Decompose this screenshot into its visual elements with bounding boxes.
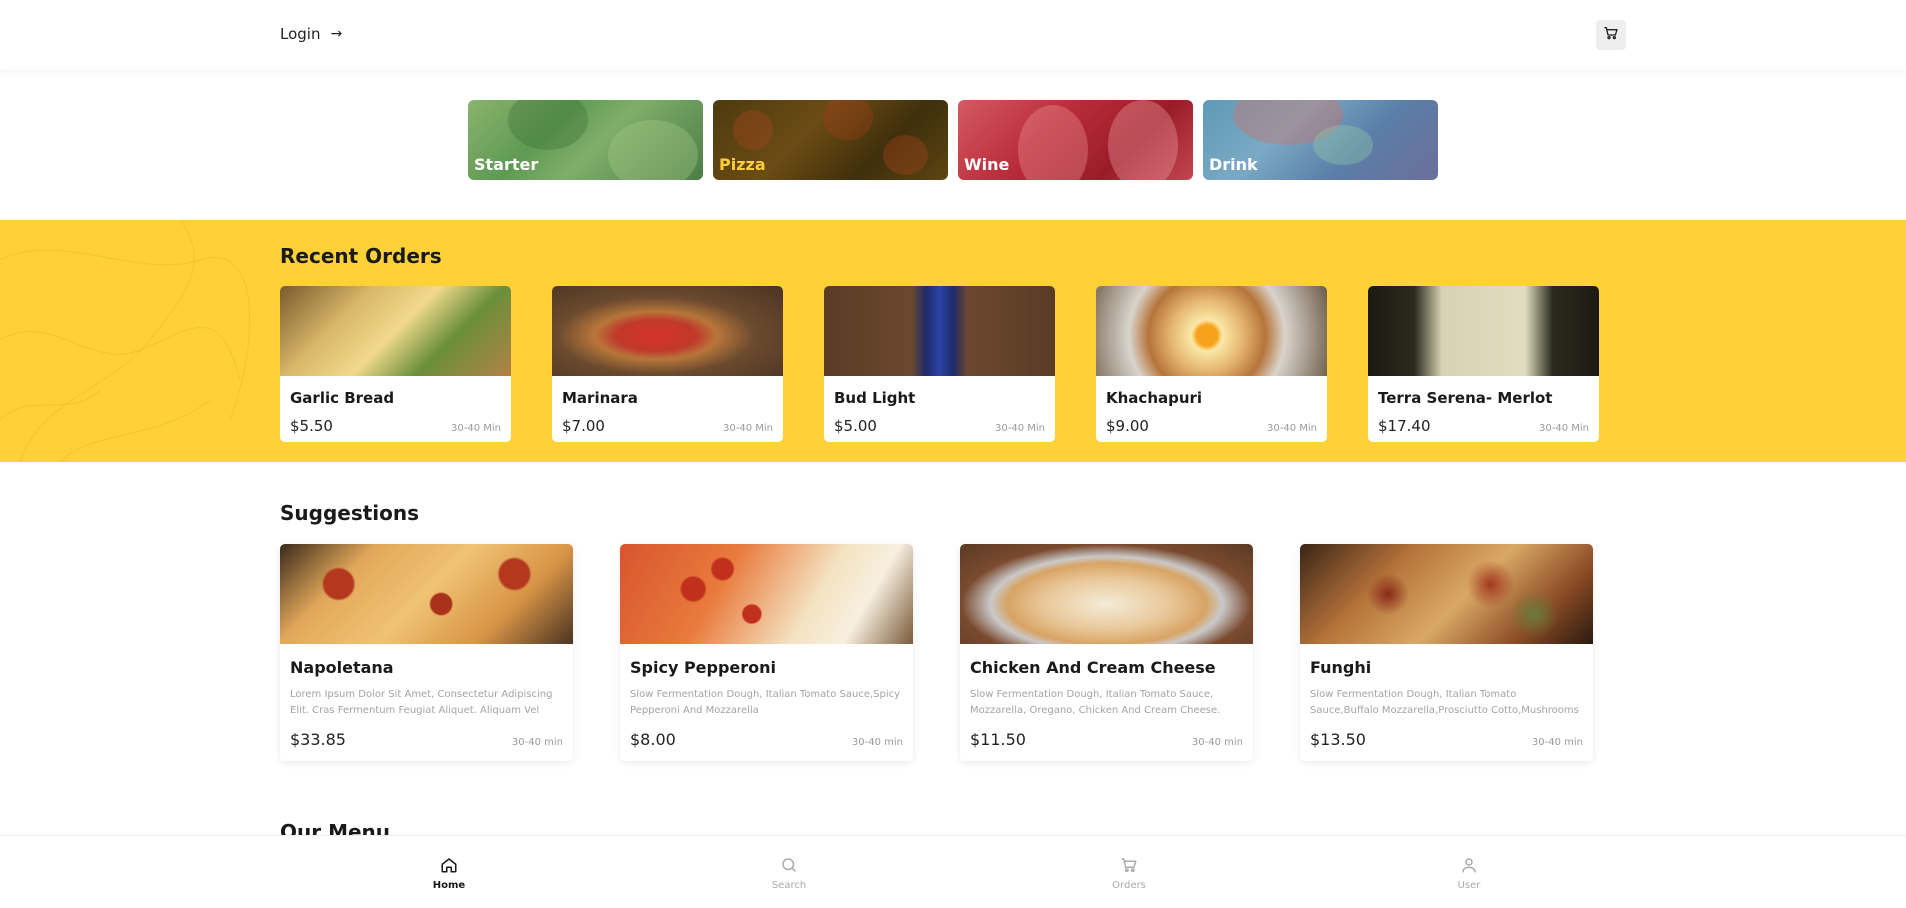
recent-order-card[interactable]: Marinara $7.00 30-40 Min — [552, 286, 783, 442]
suggestion-card[interactable]: Napoletana Lorem Ipsum Dolor Sit Amet, C… — [280, 544, 573, 761]
delivery-time: 30-40 min — [1191, 737, 1243, 748]
cart-icon — [1603, 25, 1619, 45]
item-price: $9.00 — [1106, 417, 1149, 435]
nav-home[interactable]: Home — [409, 856, 489, 891]
item-name: Funghi — [1310, 658, 1372, 677]
item-name: Terra Serena- Merlot — [1378, 389, 1553, 407]
category-pizza[interactable]: Pizza — [713, 100, 948, 180]
food-image — [620, 544, 913, 644]
app-root: Login → Starter Pizza Wine Drink Recent … — [0, 0, 1906, 908]
item-name: Chicken And Cream Cheese — [970, 658, 1216, 677]
bottom-nav: Home Search Orders User — [0, 835, 1906, 908]
item-name: Bud Light — [834, 389, 916, 407]
item-description: Lorem Ipsum Dolor Sit Amet, Consectetur … — [290, 689, 553, 716]
recent-order-card[interactable]: Garlic Bread $5.50 30-40 Min — [280, 286, 511, 442]
food-image — [280, 544, 573, 644]
recent-order-card[interactable]: Terra Serena- Merlot $17.40 30-40 Min — [1368, 286, 1599, 442]
delivery-time: 30-40 min — [511, 737, 563, 748]
item-price: $5.50 — [290, 417, 333, 435]
item-price: $7.00 — [562, 417, 605, 435]
top-header: Login → — [0, 0, 1906, 70]
item-price: $5.00 — [834, 417, 877, 435]
cart-button[interactable] — [1596, 20, 1626, 50]
item-name: Khachapuri — [1106, 389, 1203, 407]
delivery-time: 30-40 Min — [1539, 423, 1589, 434]
item-description: Slow Fermentation Dough, Italian Tomato … — [970, 689, 1221, 716]
arrow-right-icon: → — [330, 26, 343, 42]
search-icon — [780, 856, 798, 878]
recent-order-card[interactable]: Khachapuri $9.00 30-40 Min — [1096, 286, 1327, 442]
login-label: Login — [280, 25, 321, 43]
home-icon — [440, 856, 458, 878]
food-image — [1096, 286, 1327, 376]
category-label: Pizza — [719, 155, 766, 174]
item-price: $8.00 — [630, 730, 676, 749]
item-price: $13.50 — [1310, 730, 1366, 749]
nav-label: Home — [432, 880, 466, 891]
delivery-time: 30-40 min — [851, 737, 903, 748]
food-image — [824, 286, 1055, 376]
delivery-time: 30-40 min — [1531, 737, 1583, 748]
suggestion-card[interactable]: Chicken And Cream Cheese Slow Fermentati… — [960, 544, 1253, 761]
item-price: $11.50 — [970, 730, 1026, 749]
recent-orders-list: Garlic Bread $5.50 30-40 Min Marinara $7… — [280, 286, 1599, 442]
item-price: $33.85 — [290, 730, 346, 749]
category-wine[interactable]: Wine — [958, 100, 1193, 180]
delivery-time: 30-40 Min — [451, 423, 501, 434]
nav-label: Search — [771, 880, 807, 891]
recent-orders-title: Recent Orders — [280, 244, 442, 268]
item-name: Marinara — [562, 389, 638, 407]
nav-user[interactable]: User — [1429, 856, 1509, 891]
cart-icon — [1120, 856, 1138, 878]
nav-label: User — [1457, 880, 1481, 891]
suggestion-card[interactable]: Funghi Slow Fermentation Dough, Italian … — [1300, 544, 1593, 761]
food-image — [552, 286, 783, 376]
food-image — [960, 544, 1253, 644]
category-label: Starter — [474, 155, 539, 174]
category-label: Drink — [1209, 155, 1258, 174]
suggestions-list: Napoletana Lorem Ipsum Dolor Sit Amet, C… — [280, 544, 1593, 761]
nav-search[interactable]: Search — [749, 856, 829, 891]
recent-order-card[interactable]: Bud Light $5.00 30-40 Min — [824, 286, 1055, 442]
item-name: Garlic Bread — [290, 389, 395, 407]
food-image — [280, 286, 511, 376]
item-price: $17.40 — [1378, 417, 1431, 435]
delivery-time: 30-40 Min — [1267, 423, 1317, 434]
delivery-time: 30-40 Min — [995, 423, 1045, 434]
category-label: Wine — [964, 155, 1010, 174]
nav-orders[interactable]: Orders — [1089, 856, 1169, 891]
suggestions-title: Suggestions — [280, 501, 420, 525]
food-image — [1368, 286, 1599, 376]
item-description: Slow Fermentation Dough, Italian Tomato … — [1310, 689, 1579, 716]
nav-label: Orders — [1112, 880, 1146, 891]
category-starter[interactable]: Starter — [468, 100, 703, 180]
item-description: Slow Fermentation Dough, Italian Tomato … — [630, 689, 901, 716]
item-name: Spicy Pepperoni — [630, 658, 777, 677]
suggestion-card[interactable]: Spicy Pepperoni Slow Fermentation Dough,… — [620, 544, 913, 761]
user-icon — [1460, 856, 1478, 878]
category-strip: Starter Pizza Wine Drink — [468, 100, 1438, 180]
item-name: Napoletana — [290, 658, 394, 677]
category-drink[interactable]: Drink — [1203, 100, 1438, 180]
login-link[interactable]: Login → — [280, 25, 342, 43]
delivery-time: 30-40 Min — [723, 423, 773, 434]
food-image — [1300, 544, 1593, 644]
